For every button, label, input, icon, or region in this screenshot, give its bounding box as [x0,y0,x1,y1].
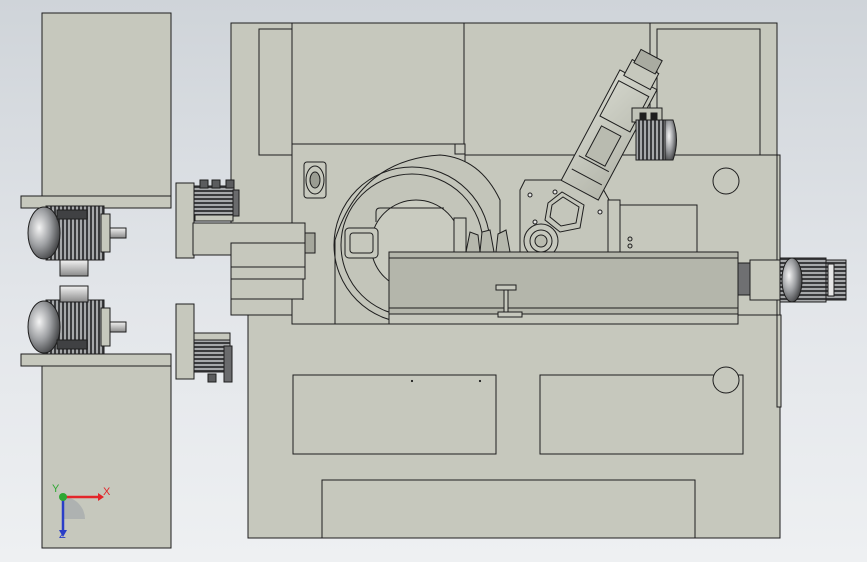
left-lower-stand [20,353,172,549]
z-axis-label: Z [59,529,66,541]
big-motor-upper [27,205,127,277]
left-upper-stand [20,12,172,209]
y-axis-label: Y [52,483,60,495]
cad-viewport[interactable] [0,0,867,562]
work-table [388,251,739,325]
machine-drawing [20,12,847,549]
big-motor-lower [27,285,127,355]
servo-motor-upper [193,179,240,222]
servo-motor-lower [193,332,233,383]
motor-right [737,257,847,303]
triad-y-axis [59,493,67,501]
x-axis-label: X [103,486,111,498]
